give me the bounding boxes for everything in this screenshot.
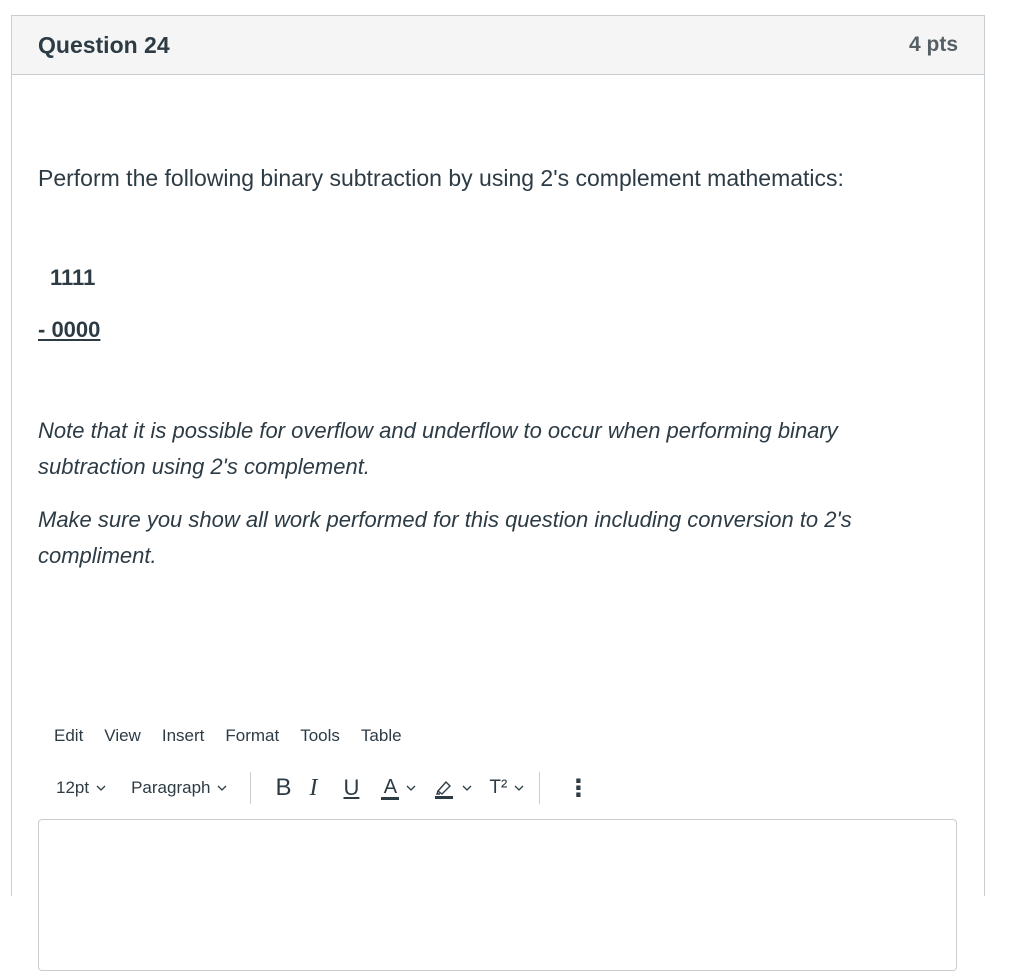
underline-icon: U <box>343 775 360 800</box>
toolbar-divider <box>250 772 252 804</box>
block-format-value: Paragraph <box>131 778 211 797</box>
overflow-note: Note that it is possible for overflow an… <box>38 418 838 479</box>
superscript-icon: T² <box>489 777 508 798</box>
work-instruction: Make sure you show all work performed fo… <box>38 507 852 568</box>
menu-tools[interactable]: Tools <box>300 724 340 748</box>
question-header: Question 24 4 pts <box>12 16 984 75</box>
text-color-button[interactable]: A <box>381 777 417 800</box>
menu-insert[interactable]: Insert <box>162 724 205 748</box>
italic-icon: I <box>309 774 318 801</box>
highlight-color-button[interactable] <box>433 777 473 799</box>
question-title: Question 24 <box>38 31 170 58</box>
highlighter-icon <box>435 780 454 799</box>
chevron-down-icon <box>406 785 416 791</box>
more-options-button[interactable]: ⋮ <box>566 774 590 803</box>
question-card: Question 24 4 pts Perform the following … <box>11 15 985 971</box>
question-prompt: Perform the following binary subtraction… <box>38 165 844 191</box>
bold-icon: B <box>275 774 292 801</box>
block-format-dropdown[interactable]: Paragraph <box>131 778 228 798</box>
editor-menubar: Edit View Insert Format Tools Table <box>54 724 423 748</box>
menu-edit[interactable]: Edit <box>54 724 83 748</box>
font-size-dropdown[interactable]: 12pt <box>56 778 107 798</box>
text-color-icon: A <box>381 775 400 800</box>
minuend: 1111 <box>50 265 96 290</box>
text-color-letter: A <box>383 775 398 798</box>
question-points: 4 pts <box>908 33 958 56</box>
menu-view[interactable]: View <box>104 724 141 748</box>
chevron-down-icon <box>462 785 472 791</box>
editor-toolbar: 12pt Paragraph B I U A T² ⋮ <box>56 770 590 806</box>
subtrahend: - 0000 <box>38 317 101 342</box>
bold-button[interactable]: B <box>275 774 291 802</box>
superscript-button[interactable]: T² <box>489 777 525 799</box>
chevron-down-icon <box>96 785 106 791</box>
underline-button[interactable]: U <box>344 775 360 801</box>
menu-format[interactable]: Format <box>225 724 279 748</box>
chevron-down-icon <box>218 785 227 791</box>
text-color-bar <box>381 796 400 800</box>
italic-button[interactable]: I <box>310 775 318 802</box>
font-size-value: 12pt <box>56 778 90 797</box>
menu-table[interactable]: Table <box>361 724 402 748</box>
answer-editor[interactable] <box>38 819 957 971</box>
more-vertical-icon: ⋮ <box>566 774 591 802</box>
chevron-down-icon <box>514 785 524 791</box>
toolbar-divider <box>539 772 541 804</box>
